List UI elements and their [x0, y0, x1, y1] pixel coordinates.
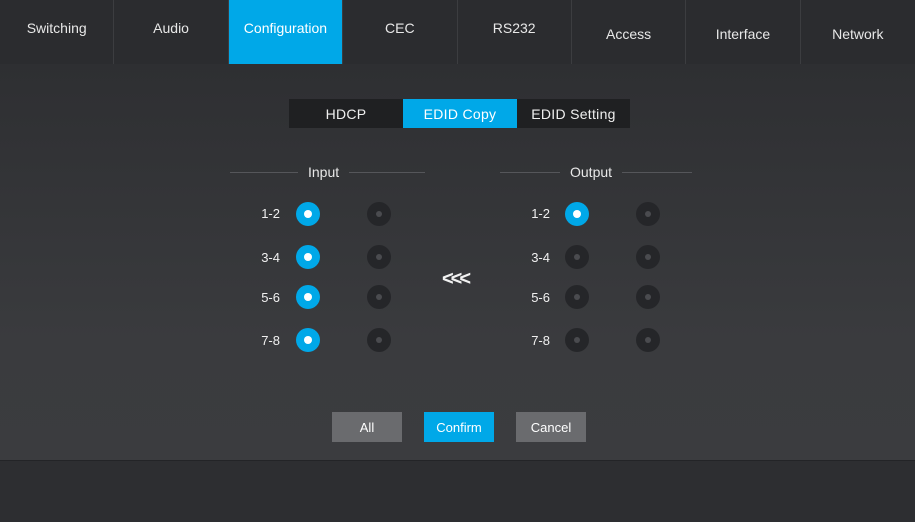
input-title: Input — [308, 164, 340, 180]
radio-dot — [574, 337, 580, 343]
input-row-label-7-8: 7-8 — [261, 333, 280, 348]
radio-dot — [376, 294, 382, 300]
nav-tab-access[interactable]: Access — [572, 0, 687, 64]
divider — [349, 171, 426, 173]
input-3-4-radio-b[interactable] — [367, 245, 391, 269]
radio-dot — [376, 254, 382, 260]
output-row-label-3-4: 3-4 — [531, 250, 550, 265]
subtab-hdcp[interactable]: HDCP — [289, 99, 403, 128]
input-3-4-radio-a[interactable] — [296, 245, 320, 269]
divider — [500, 171, 560, 173]
top-nav: Switching Audio Configuration CEC RS232 … — [0, 0, 915, 65]
subtab-label: HDCP — [325, 105, 367, 122]
output-7-8-radio-b[interactable] — [636, 328, 660, 352]
nav-tab-label: Network — [832, 26, 884, 42]
nav-tab-label: CEC — [385, 20, 415, 36]
input-1-2-radio-a[interactable] — [296, 202, 320, 226]
output-5-6-radio-a[interactable] — [565, 285, 589, 309]
output-7-8-radio-a[interactable] — [565, 328, 589, 352]
radio-dot — [645, 294, 651, 300]
subtab-bar: HDCP EDID Copy EDID Setting — [289, 99, 630, 128]
output-3-4-radio-a[interactable] — [565, 245, 589, 269]
nav-tab-interface[interactable]: Interface — [686, 0, 801, 64]
radio-dot — [376, 337, 382, 343]
output-1-2-radio-a[interactable] — [565, 202, 589, 226]
confirm-button[interactable]: Confirm — [424, 412, 494, 442]
radio-dot — [645, 211, 651, 217]
subtab-label: EDID Setting — [531, 105, 616, 122]
nav-tab-switching[interactable]: Switching — [0, 0, 115, 64]
divider — [622, 171, 693, 173]
subtab-edid-setting[interactable]: EDID Setting — [517, 99, 630, 128]
output-row-label-5-6: 5-6 — [531, 290, 550, 305]
copy-direction-arrow-icon: <<< — [442, 268, 471, 290]
output-group-title: Output — [500, 164, 693, 180]
radio-dot — [304, 336, 312, 344]
output-1-2-radio-b[interactable] — [636, 202, 660, 226]
nav-tab-label: Interface — [715, 26, 771, 42]
nav-tab-cec[interactable]: CEC — [343, 0, 458, 64]
output-3-4-radio-b[interactable] — [636, 245, 660, 269]
input-7-8-radio-b[interactable] — [367, 328, 391, 352]
input-7-8-radio-a[interactable] — [296, 328, 320, 352]
radio-dot — [376, 211, 382, 217]
radio-dot — [573, 210, 581, 218]
nav-tab-label: Configuration — [243, 20, 328, 36]
nav-tab-label: Audio — [153, 20, 189, 36]
input-5-6-radio-b[interactable] — [367, 285, 391, 309]
nav-tab-configuration[interactable]: Configuration — [228, 0, 344, 64]
output-row-label-1-2: 1-2 — [531, 206, 550, 221]
input-group-title: Input — [230, 164, 426, 180]
radio-dot — [304, 293, 312, 301]
nav-tab-label: Switching — [26, 20, 87, 36]
divider — [230, 171, 298, 173]
radio-dot — [304, 253, 312, 261]
cancel-button[interactable]: Cancel — [516, 412, 586, 442]
radio-dot — [304, 210, 312, 218]
all-button[interactable]: All — [332, 412, 402, 442]
input-1-2-radio-b[interactable] — [367, 202, 391, 226]
nav-tab-network[interactable]: Network — [801, 0, 915, 64]
output-title: Output — [570, 164, 613, 180]
radio-dot — [645, 337, 651, 343]
radio-dot — [645, 254, 651, 260]
subtab-label: EDID Copy — [423, 105, 497, 122]
nav-tab-rs232[interactable]: RS232 — [458, 0, 572, 64]
input-row-label-1-2: 1-2 — [261, 206, 280, 221]
input-row-label-5-6: 5-6 — [261, 290, 280, 305]
nav-tab-label: RS232 — [492, 20, 536, 36]
output-row-label-7-8: 7-8 — [531, 333, 550, 348]
input-5-6-radio-a[interactable] — [296, 285, 320, 309]
nav-tab-label: Access — [606, 26, 652, 42]
radio-dot — [574, 254, 580, 260]
output-5-6-radio-b[interactable] — [636, 285, 660, 309]
nav-tab-audio[interactable]: Audio — [114, 0, 229, 64]
input-row-label-3-4: 3-4 — [261, 250, 280, 265]
radio-dot — [574, 294, 580, 300]
bottom-strip — [0, 460, 915, 522]
subtab-edid-copy[interactable]: EDID Copy — [403, 99, 517, 128]
